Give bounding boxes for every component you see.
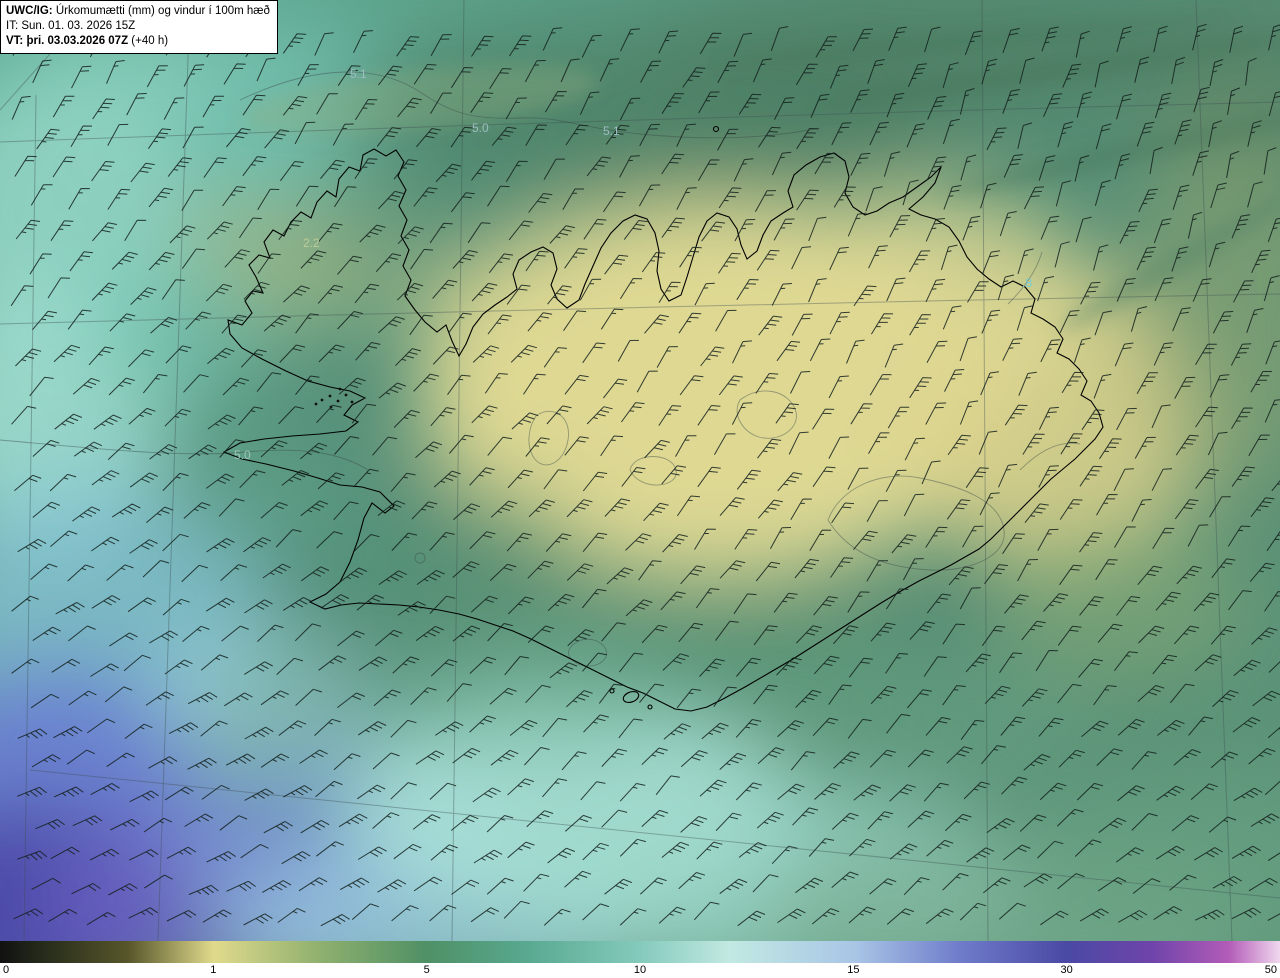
init-time: IT: Sun. 01. 03. 2026 15Z bbox=[6, 19, 136, 32]
colorbar-gradient bbox=[0, 941, 1280, 963]
contour-value-label: 5.1 bbox=[350, 67, 367, 81]
contour-value-label: 5.0 bbox=[234, 448, 251, 462]
title-line: UWC/IG: Úrkomumætti (mm) og vindur í 100… bbox=[6, 4, 270, 19]
colorbar-tick-label: 30 bbox=[1060, 964, 1073, 976]
contour-value-label: 5.1 bbox=[603, 124, 620, 138]
contour-value-label: .8 bbox=[1022, 276, 1032, 290]
colorbar: 0 1 5 10 15 30 50 bbox=[0, 941, 1280, 978]
colorbar-tick-label: 10 bbox=[633, 964, 647, 976]
colorbar-tick-label: 0 bbox=[3, 964, 10, 976]
colorbar-tick-label: 50 bbox=[1264, 964, 1277, 976]
map-title-box: UWC/IG: Úrkomumætti (mm) og vindur í 100… bbox=[0, 0, 278, 54]
map-title: Úrkomumætti (mm) og vindur í 100m hæð bbox=[52, 5, 270, 17]
colorbar-labels: 0 1 5 10 15 30 50 bbox=[0, 963, 1280, 978]
colorbar-tick-label: 15 bbox=[847, 964, 860, 976]
contour-value-label: 5.0 bbox=[472, 121, 489, 135]
weather-map: 5.1 5.0 5.1 2.2 .8 5.0 bbox=[0, 0, 1280, 941]
model-name: UWC/IG: bbox=[6, 5, 53, 17]
valid-time: VT: þri. 03.03.2026 07Z bbox=[6, 34, 129, 47]
colorbar-tick-label: 1 bbox=[210, 964, 217, 976]
contour-value-label: 2.2 bbox=[303, 236, 320, 250]
colorbar-tick-label: 5 bbox=[423, 964, 430, 976]
valid-time-line: VT: þri. 03.03.2026 07Z (+40 h) bbox=[6, 34, 270, 49]
forecast-offset: (+40 h) bbox=[128, 34, 169, 47]
weather-map-viewport: 5.1 5.0 5.1 2.2 .8 5.0 UWC/IG: Úrkomumætti (m… bbox=[0, 0, 1280, 978]
